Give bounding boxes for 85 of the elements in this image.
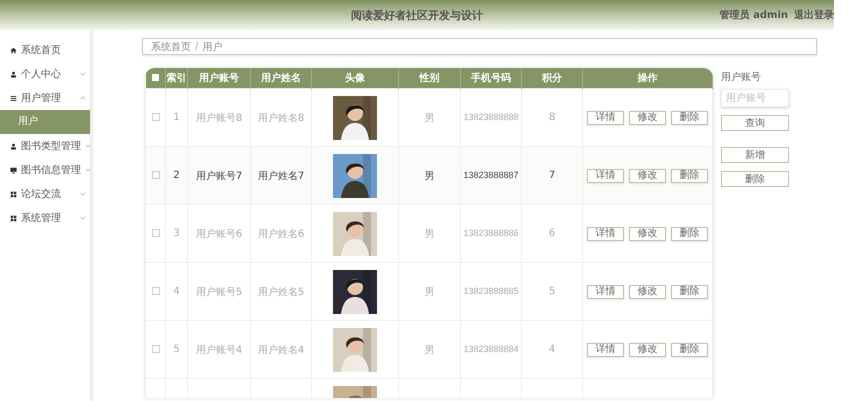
grid-icon — [10, 214, 17, 222]
index-text: 4 — [173, 286, 180, 297]
phone-text: 13823888888 — [463, 112, 519, 122]
site-title: 阅读爱好者社区开发与设计 — [351, 8, 483, 22]
grid-icon — [10, 190, 17, 198]
action-button[interactable]: 删除 — [671, 342, 708, 356]
index-text: 2 — [173, 170, 180, 181]
points-text: 4 — [548, 344, 556, 355]
action-button[interactable]: 删除 — [671, 284, 708, 298]
column-header: 操作 — [582, 68, 712, 88]
list-icon — [10, 94, 17, 102]
gender-text: 男 — [424, 112, 434, 124]
row-checkbox[interactable] — [152, 171, 160, 180]
name-text: 用户姓名5 — [258, 286, 304, 298]
breadcrumb-link[interactable]: 系统首页 — [151, 40, 191, 54]
action-button[interactable]: 详情 — [587, 284, 624, 298]
action-button[interactable]: 详情 — [587, 168, 624, 182]
gender-text: 男 — [424, 170, 434, 182]
action-button[interactable]: 删除 — [671, 110, 708, 124]
sidebar-item[interactable]: 系统管理 — [0, 206, 90, 230]
column-header: 性别 — [398, 68, 460, 88]
action-button[interactable]: 修改 — [629, 284, 666, 298]
action-button[interactable]: 详情 — [587, 342, 624, 356]
user-icon — [10, 70, 17, 78]
index-text: 3 — [173, 228, 180, 239]
user-icon — [10, 142, 17, 150]
account-text: 用户账号5 — [196, 286, 242, 298]
column-header: 头像 — [312, 68, 398, 88]
column-header: 索引 — [166, 68, 188, 88]
admin-label: 管理员 admin — [720, 8, 788, 22]
action-button[interactable]: 删除 — [671, 226, 708, 240]
name-text: 用户姓名7 — [258, 170, 304, 182]
gender-text: 男 — [424, 228, 434, 240]
home-icon — [10, 46, 17, 54]
phone-text: 13823888886 — [463, 228, 519, 238]
action-button[interactable]: 修改 — [629, 226, 666, 240]
search-field[interactable]: 用户账号 — [721, 89, 789, 107]
points-text: 6 — [548, 228, 556, 239]
action-button[interactable]: 删除 — [671, 168, 708, 182]
query-button[interactable]: 查询 — [721, 115, 789, 131]
action-button[interactable]: 详情 — [587, 110, 624, 124]
points-text: 7 — [548, 170, 556, 181]
sidebar-item[interactable]: 论坛交流 — [0, 182, 90, 206]
column-header: 积分 — [522, 68, 582, 88]
sidebar-item[interactable]: 图书信息管理 — [0, 158, 90, 182]
action-button[interactable]: 修改 — [629, 110, 666, 124]
points-text: 8 — [548, 112, 556, 123]
index-text: 1 — [173, 112, 180, 123]
search-label: 用户账号 — [721, 70, 762, 84]
sidebar-item[interactable]: 图书类型管理 — [0, 134, 90, 158]
gender-text: 男 — [424, 344, 434, 356]
column-header: 用户姓名 — [250, 68, 312, 88]
name-text: 用户姓名4 — [258, 344, 304, 356]
column-header: 用户账号 — [188, 68, 250, 88]
name-text: 用户姓名8 — [258, 112, 304, 124]
breadcrumb-separator: / — [195, 41, 198, 52]
add-button[interactable]: 新增 — [721, 147, 789, 163]
action-button[interactable]: 修改 — [629, 342, 666, 356]
action-button[interactable]: 详情 — [587, 226, 624, 240]
index-text: 5 — [173, 344, 180, 355]
row-checkbox[interactable] — [152, 229, 160, 238]
account-text: 用户账号8 — [196, 112, 242, 124]
name-text: 用户姓名6 — [258, 228, 304, 240]
account-text: 用户账号4 — [196, 344, 242, 356]
row-checkbox[interactable] — [152, 113, 160, 122]
sidebar-item[interactable]: 系统首页 — [0, 38, 90, 62]
phone-text: 13823888885 — [463, 286, 519, 296]
phone-text: 13823888887 — [463, 170, 519, 180]
select-all-checkbox[interactable] — [152, 74, 159, 82]
phone-text: 13823888884 — [463, 344, 519, 354]
account-text: 用户账号7 — [196, 170, 242, 182]
row-checkbox[interactable] — [152, 345, 160, 354]
sidebar-item[interactable]: 用户管理 — [0, 86, 90, 110]
sidebar-subitem[interactable]: 用户 — [0, 110, 90, 134]
row-checkbox[interactable] — [152, 287, 160, 296]
account-text: 用户账号6 — [196, 228, 242, 240]
points-text: 5 — [548, 286, 556, 297]
sidebar-item[interactable]: 个人中心 — [0, 62, 90, 86]
column-header: 手机号码 — [460, 68, 522, 88]
gender-text: 男 — [424, 286, 434, 298]
delete-button[interactable]: 删除 — [721, 171, 789, 187]
logout-link[interactable]: 退出登录 — [794, 8, 834, 22]
breadcrumb-link[interactable]: 用户 — [202, 40, 222, 54]
action-button[interactable]: 修改 — [629, 168, 666, 182]
monitor-icon — [10, 166, 17, 174]
